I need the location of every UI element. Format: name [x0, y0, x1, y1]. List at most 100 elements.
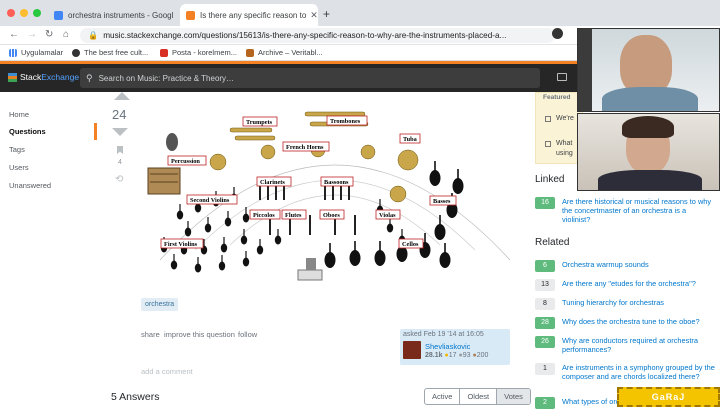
sort-oldest[interactable]: Oldest — [460, 389, 498, 404]
svg-text:Second Violins: Second Violins — [190, 197, 230, 204]
question-link[interactable]: Why does the orchestra tune to the oboe? — [562, 317, 700, 326]
home-icon[interactable]: ⌂ — [63, 29, 69, 40]
question-link[interactable]: Tuning hierarchy for orchestras — [562, 298, 664, 307]
webcam-background-door — [578, 29, 592, 111]
upvote-icon[interactable] — [114, 92, 130, 100]
close-window-icon[interactable] — [7, 9, 15, 17]
follow-link[interactable]: follow — [238, 330, 257, 339]
forward-icon[interactable]: → — [27, 29, 37, 40]
svg-text:French Horns: French Horns — [286, 144, 324, 151]
svg-text:Trumpets: Trumpets — [246, 119, 273, 126]
linked-question[interactable]: 16 Are there historical or musical reaso… — [535, 197, 715, 225]
related-question[interactable]: 13 Are there any "etudes for the orchest… — [535, 279, 715, 291]
question-link[interactable]: What types of orc — [562, 397, 620, 406]
answer-count-badge: 26 — [535, 336, 555, 348]
answer-count-badge: 1 — [535, 363, 555, 375]
stackexchange-logo[interactable]: Stack Exchange — [8, 72, 79, 82]
nav-questions[interactable]: Questions — [9, 127, 46, 136]
linked-heading: Linked — [535, 174, 565, 185]
label-first-violins: First Violins — [160, 238, 204, 249]
orchestra-seating-image: Trumpets Trombones Tuba Percussion Frenc… — [147, 111, 511, 281]
close-tab-icon[interactable]: ✕ — [173, 10, 178, 21]
featured-item[interactable]: using — [556, 150, 573, 157]
answer-sort-tabs: Active Oldest Votes — [424, 388, 531, 405]
tag-orchestra[interactable]: orchestra — [141, 298, 179, 311]
related-question[interactable]: 26 Why are conductors required at orches… — [535, 336, 715, 354]
bookmark-label: Uygulamalar — [21, 48, 64, 57]
bookmark-label: Posta - korelmem... — [172, 48, 238, 57]
related-heading: Related — [535, 237, 570, 248]
related-question[interactable]: 6 Orchestra warmup sounds — [535, 260, 715, 272]
label-piccolos: Piccolos — [249, 209, 281, 220]
related-question[interactable]: 28 Why does the orchestra tune to the ob… — [535, 317, 715, 329]
extension-icon[interactable] — [552, 28, 563, 39]
nav-tags[interactable]: Tags — [9, 145, 25, 154]
related-question[interactable]: 1 Are instruments in a symphony grouped … — [535, 363, 715, 381]
downvote-icon[interactable] — [112, 128, 128, 136]
webcam-overlay-bottom — [577, 113, 720, 191]
search-input[interactable]: ⚲ Search on Music: Practice & Theory… — [80, 68, 540, 88]
answer-count-badge: 2 — [535, 397, 555, 409]
webcam-person-shirt — [598, 170, 702, 190]
mail-icon — [160, 48, 168, 57]
logo-text-a: Stack — [20, 72, 42, 82]
google-favicon-icon — [54, 10, 63, 20]
related-question[interactable]: 8 Tuning hierarchy for orchestras — [535, 298, 715, 310]
answers-count-heading: 5 Answers — [111, 391, 160, 403]
sort-votes[interactable]: Votes — [497, 389, 530, 404]
search-icon: ⚲ — [86, 72, 93, 83]
sort-active[interactable]: Active — [425, 389, 461, 404]
featured-meta-box: Featured We're What using — [535, 92, 583, 164]
label-clarinets: Clarinets — [256, 176, 292, 187]
url-text: music.stackexchange.com/questions/15613/… — [103, 31, 507, 40]
question-link[interactable]: Are there any "etudes for the orchestra"… — [562, 279, 696, 288]
nav-users[interactable]: Users — [9, 163, 29, 172]
gold-count: 17 — [448, 352, 457, 359]
label-bassoons: Bassoons — [320, 176, 354, 187]
user-name[interactable]: Shevliaskovic — [425, 342, 470, 351]
svg-text:Cellos: Cellos — [402, 241, 419, 248]
bookmark-item[interactable]: Posta - korelmem... — [160, 48, 237, 57]
label-second-violins: Second Violins — [186, 194, 238, 205]
answer-count-badge: 6 — [535, 260, 555, 272]
question-link[interactable]: Orchestra warmup sounds — [562, 260, 649, 269]
close-tab-icon[interactable]: ✕ — [306, 10, 318, 21]
bookmark-item[interactable]: Archive – Veritabl... — [246, 48, 323, 57]
nav-unanswered[interactable]: Unanswered — [9, 181, 51, 190]
asked-date: asked Feb 19 '14 at 16:05 — [403, 331, 484, 338]
inbox-icon[interactable] — [557, 73, 567, 81]
share-link[interactable]: share — [141, 330, 160, 339]
answer-count-badge: 28 — [535, 317, 555, 329]
maximize-window-icon[interactable] — [33, 9, 41, 17]
improve-question-link[interactable]: improve this question — [164, 330, 235, 339]
minimize-window-icon[interactable] — [20, 9, 28, 17]
bookmark-item[interactable]: The best free cult... — [72, 48, 148, 57]
bookmark-apps[interactable]: Uygulamalar — [9, 48, 63, 57]
nav-home[interactable]: Home — [9, 110, 29, 119]
bookmark-label: The best free cult... — [84, 48, 149, 57]
svg-text:Piccolos: Piccolos — [253, 212, 275, 219]
tab-google[interactable]: orchestra instruments - Googl ✕ — [48, 4, 178, 26]
reload-icon[interactable]: ↻ — [45, 29, 53, 40]
avatar[interactable] — [403, 341, 421, 359]
question-link[interactable]: Why are conductors required at orchestra… — [562, 336, 715, 354]
history-icon[interactable]: ⟲ — [115, 174, 123, 185]
tab-stackexchange[interactable]: Is there any specific reason to ✕ — [180, 4, 318, 26]
label-oboes: Oboes — [319, 209, 345, 220]
checkbox-icon — [545, 116, 551, 122]
question-link[interactable]: Are there historical or musical reasons … — [562, 197, 715, 225]
featured-item[interactable]: We're — [556, 115, 574, 122]
add-comment-link[interactable]: add a comment — [141, 367, 193, 376]
featured-item[interactable]: What — [556, 140, 572, 147]
bookmark-icon[interactable] — [117, 146, 123, 154]
svg-text:First Violins: First Violins — [164, 241, 198, 248]
new-tab-button[interactable]: + — [323, 7, 330, 21]
tab-title: Is there any specific reason to — [200, 10, 307, 20]
question-link[interactable]: Are instruments in a symphony grouped by… — [562, 363, 715, 381]
vote-score: 24 — [112, 107, 127, 122]
answer-count-badge: 13 — [535, 279, 555, 291]
back-icon[interactable]: ← — [9, 29, 19, 40]
svg-text:Clarinets: Clarinets — [260, 179, 285, 186]
address-bar[interactable]: 🔒 music.stackexchange.com/questions/1561… — [80, 28, 555, 43]
svg-text:Tuba: Tuba — [403, 136, 418, 143]
